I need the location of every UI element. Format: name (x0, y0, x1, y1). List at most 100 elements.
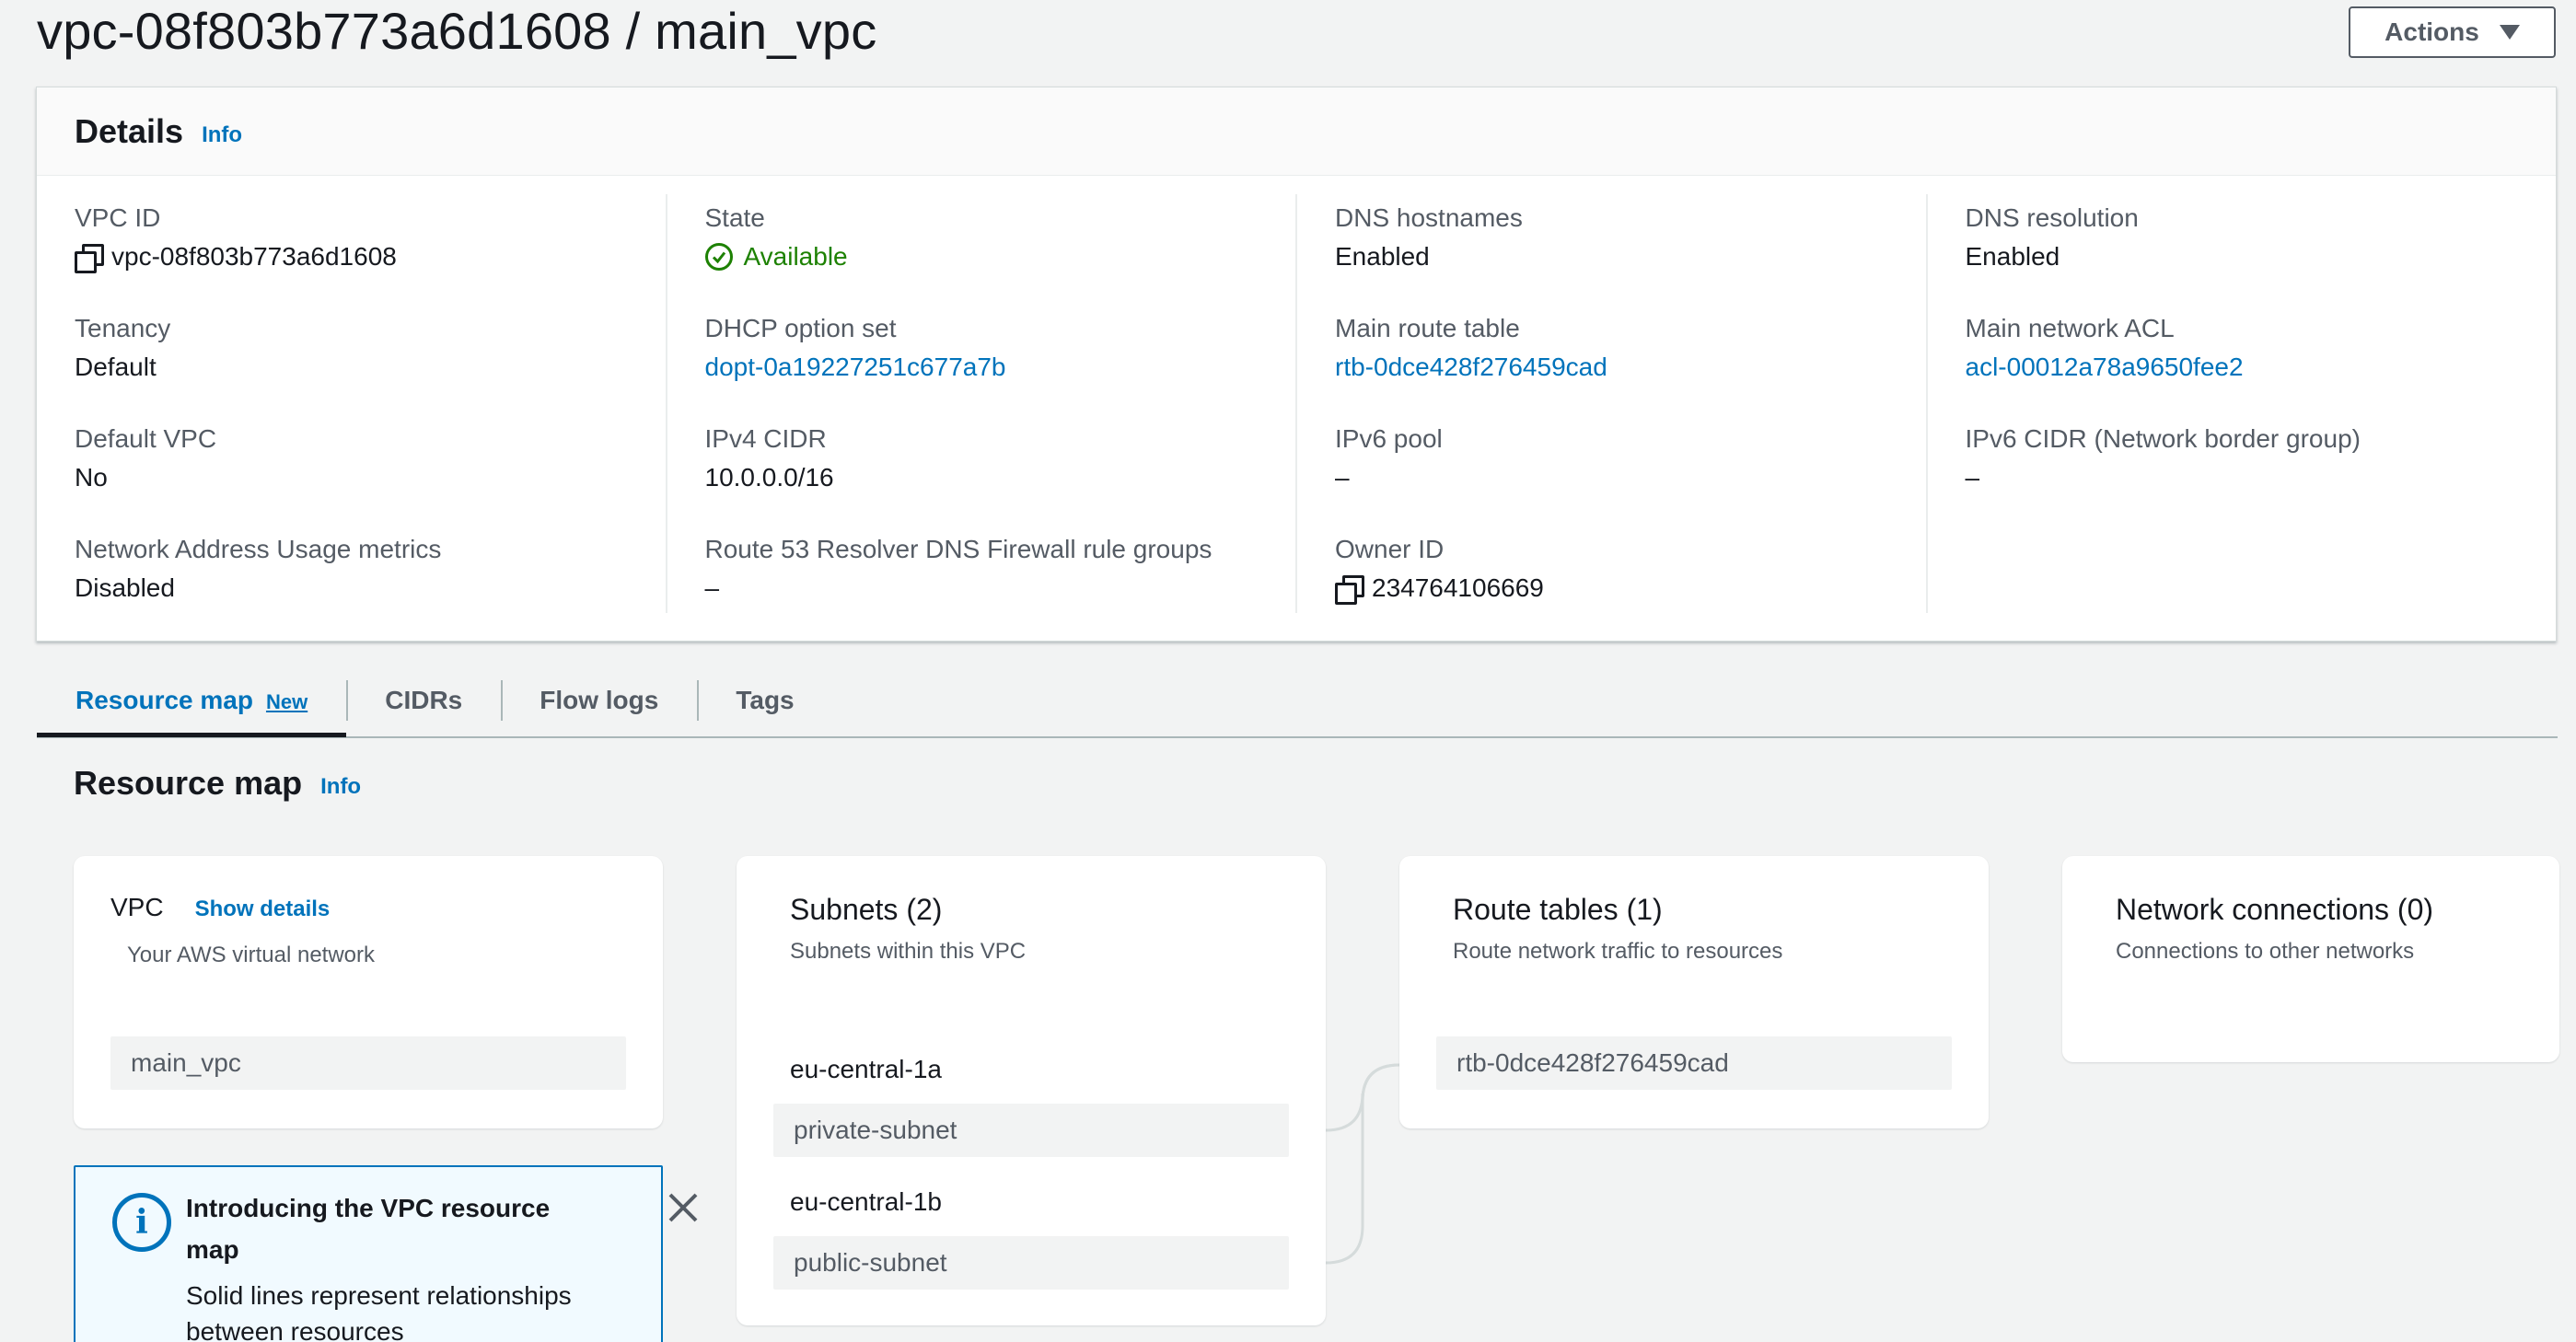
field-route53-firewall: Route 53 Resolver DNS Firewall rule grou… (705, 531, 1296, 642)
dhcp-option-set-link[interactable]: dopt-0a19227251c677a7b (705, 347, 1296, 388)
field-main-route-table: Main route table rtb-0dce428f276459cad (1335, 310, 1926, 421)
network-connections-card-subtitle: Connections to other networks (2116, 939, 2415, 964)
tab-label: CIDRs (385, 686, 463, 714)
field-value: vpc-08f803b773a6d1608 (75, 237, 666, 277)
field-value: – (1965, 463, 1980, 492)
vpc-card: VPC Show details Your AWS virtual networ… (74, 856, 663, 1128)
copy-icon[interactable] (75, 244, 104, 273)
field-label: IPv6 pool (1335, 424, 1443, 453)
field-owner-id: Owner ID 234764106669 (1335, 531, 1926, 642)
close-icon[interactable] (665, 1189, 702, 1226)
tab-label: Flow logs (540, 686, 659, 714)
actions-button-label: Actions (2385, 17, 2479, 46)
subnets-card: Subnets (2) Subnets within this VPC eu-c… (737, 856, 1326, 1325)
subnets-card-title: Subnets (2) (790, 893, 943, 926)
owner-id-value: 234764106669 (1372, 573, 1544, 602)
route-tables-card-subtitle: Route network traffic to resources (1453, 939, 1783, 964)
field-value: – (704, 573, 720, 602)
details-grid: VPC ID vpc-08f803b773a6d1608 Tenancy Def… (37, 176, 2556, 642)
alert-title: Introducing the VPC resource map (186, 1194, 551, 1264)
network-connections-card-title: Network connections (0) (2116, 893, 2434, 926)
field-ipv6-cidr: IPv6 CIDR (Network border group) – (1966, 421, 2557, 531)
field-default-vpc: Default VPC No (75, 421, 666, 531)
tab-flow-logs[interactable]: Flow logs (501, 664, 697, 737)
az-label: eu-central-1a (790, 1055, 942, 1083)
field-label: Owner ID (1335, 535, 1445, 563)
field-label: Main network ACL (1965, 314, 2175, 342)
details-column-4: DNS resolution Enabled Main network ACL … (1925, 194, 2557, 613)
field-value: Disabled (75, 573, 175, 602)
copy-icon[interactable] (1335, 575, 1364, 605)
field-value: Default (75, 353, 157, 381)
resource-map-info-link[interactable]: Info (320, 774, 361, 800)
vpc-item[interactable]: main_vpc (110, 1036, 626, 1090)
private-subnet-item[interactable]: private-subnet (773, 1104, 1289, 1157)
details-column-2: State Available DHCP option set dopt-0a1… (665, 194, 1296, 613)
info-alert: i Introducing the VPC resource map Solid… (74, 1165, 698, 1342)
page-title: vpc-08f803b773a6d1608 / main_vpc (37, 2, 877, 60)
details-panel: Details Info VPC ID vpc-08f803b773a6d160… (36, 87, 2557, 642)
field-value: Available (704, 237, 1296, 277)
field-value: – (1335, 463, 1350, 492)
new-badge: New (265, 690, 308, 713)
tab-label: Tags (736, 686, 795, 714)
field-label: State (704, 203, 765, 232)
field-value: Enabled (1335, 242, 1430, 271)
field-value: Enabled (1965, 242, 2060, 271)
details-title: Details (75, 111, 184, 150)
field-label: Tenancy (75, 314, 171, 342)
tab-resource-map[interactable]: Resource map New (37, 664, 347, 737)
az-label: eu-central-1b (790, 1187, 942, 1216)
tab-label: Resource map (75, 686, 253, 714)
show-details-link[interactable]: Show details (195, 897, 331, 922)
field-main-network-acl: Main network ACL acl-00012a78a9650fee2 (1966, 310, 2557, 421)
field-dhcp-option-set: DHCP option set dopt-0a19227251c677a7b (705, 310, 1296, 421)
route-tables-card: Route tables (1) Route network traffic t… (1399, 856, 1989, 1128)
actions-button[interactable]: Actions (2349, 6, 2556, 58)
tab-cidrs[interactable]: CIDRs (346, 664, 501, 737)
details-column-3: DNS hostnames Enabled Main route table r… (1295, 194, 1926, 613)
field-tenancy: Tenancy Default (75, 310, 666, 421)
field-label: DHCP option set (704, 314, 897, 342)
field-dns-hostnames: DNS hostnames Enabled (1335, 200, 1926, 310)
subnets-card-subtitle: Subnets within this VPC (790, 939, 1027, 964)
field-label: VPC ID (75, 203, 161, 232)
vpc-card-subtitle: Your AWS virtual network (127, 943, 376, 967)
field-label: DNS hostnames (1335, 203, 1523, 232)
field-label: Route 53 Resolver DNS Firewall rule grou… (704, 535, 1213, 563)
route-tables-card-title: Route tables (1) (1453, 893, 1663, 926)
details-header: Details Info (37, 87, 2556, 176)
main-route-table-link[interactable]: rtb-0dce428f276459cad (1335, 347, 1926, 388)
vpc-id-value: vpc-08f803b773a6d1608 (111, 242, 397, 271)
field-label: DNS resolution (1965, 203, 2139, 232)
route-table-item[interactable]: rtb-0dce428f276459cad (1436, 1036, 1952, 1090)
field-label: IPv4 CIDR (704, 424, 827, 453)
field-value: No (75, 463, 108, 492)
field-ipv4-cidr: IPv4 CIDR 10.0.0.0/16 (705, 421, 1296, 531)
field-label: Main route table (1335, 314, 1520, 342)
vpc-card-title: VPC (110, 893, 164, 921)
field-nau-metrics: Network Address Usage metrics Disabled (75, 531, 666, 642)
details-column-1: VPC ID vpc-08f803b773a6d1608 Tenancy Def… (37, 176, 666, 642)
field-label: IPv6 CIDR (Network border group) (1965, 424, 2361, 453)
field-vpc-id: VPC ID vpc-08f803b773a6d1608 (75, 200, 666, 310)
field-ipv6-pool: IPv6 pool – (1335, 421, 1926, 531)
field-value: 234764106669 (1335, 568, 1926, 608)
info-icon: i (112, 1193, 171, 1252)
tab-tags[interactable]: Tags (697, 664, 832, 737)
caret-down-icon (2499, 25, 2520, 40)
resource-map-header: Resource map Info (74, 764, 361, 803)
main-network-acl-link[interactable]: acl-00012a78a9650fee2 (1966, 347, 2557, 388)
network-connections-card: Network connections (0) Connections to o… (2062, 856, 2559, 1062)
alert-body: Solid lines represent relationships betw… (186, 1281, 572, 1342)
field-value: 10.0.0.0/16 (704, 463, 834, 492)
details-info-link[interactable]: Info (202, 122, 242, 148)
field-label: Default VPC (75, 424, 217, 453)
field-state: State Available (704, 200, 1296, 310)
field-dns-resolution: DNS resolution Enabled (1966, 200, 2557, 310)
check-circle-icon (704, 243, 733, 271)
field-label: Network Address Usage metrics (75, 535, 442, 563)
state-value: Available (743, 242, 848, 271)
public-subnet-item[interactable]: public-subnet (773, 1236, 1289, 1290)
resource-map-title: Resource map (74, 764, 303, 802)
